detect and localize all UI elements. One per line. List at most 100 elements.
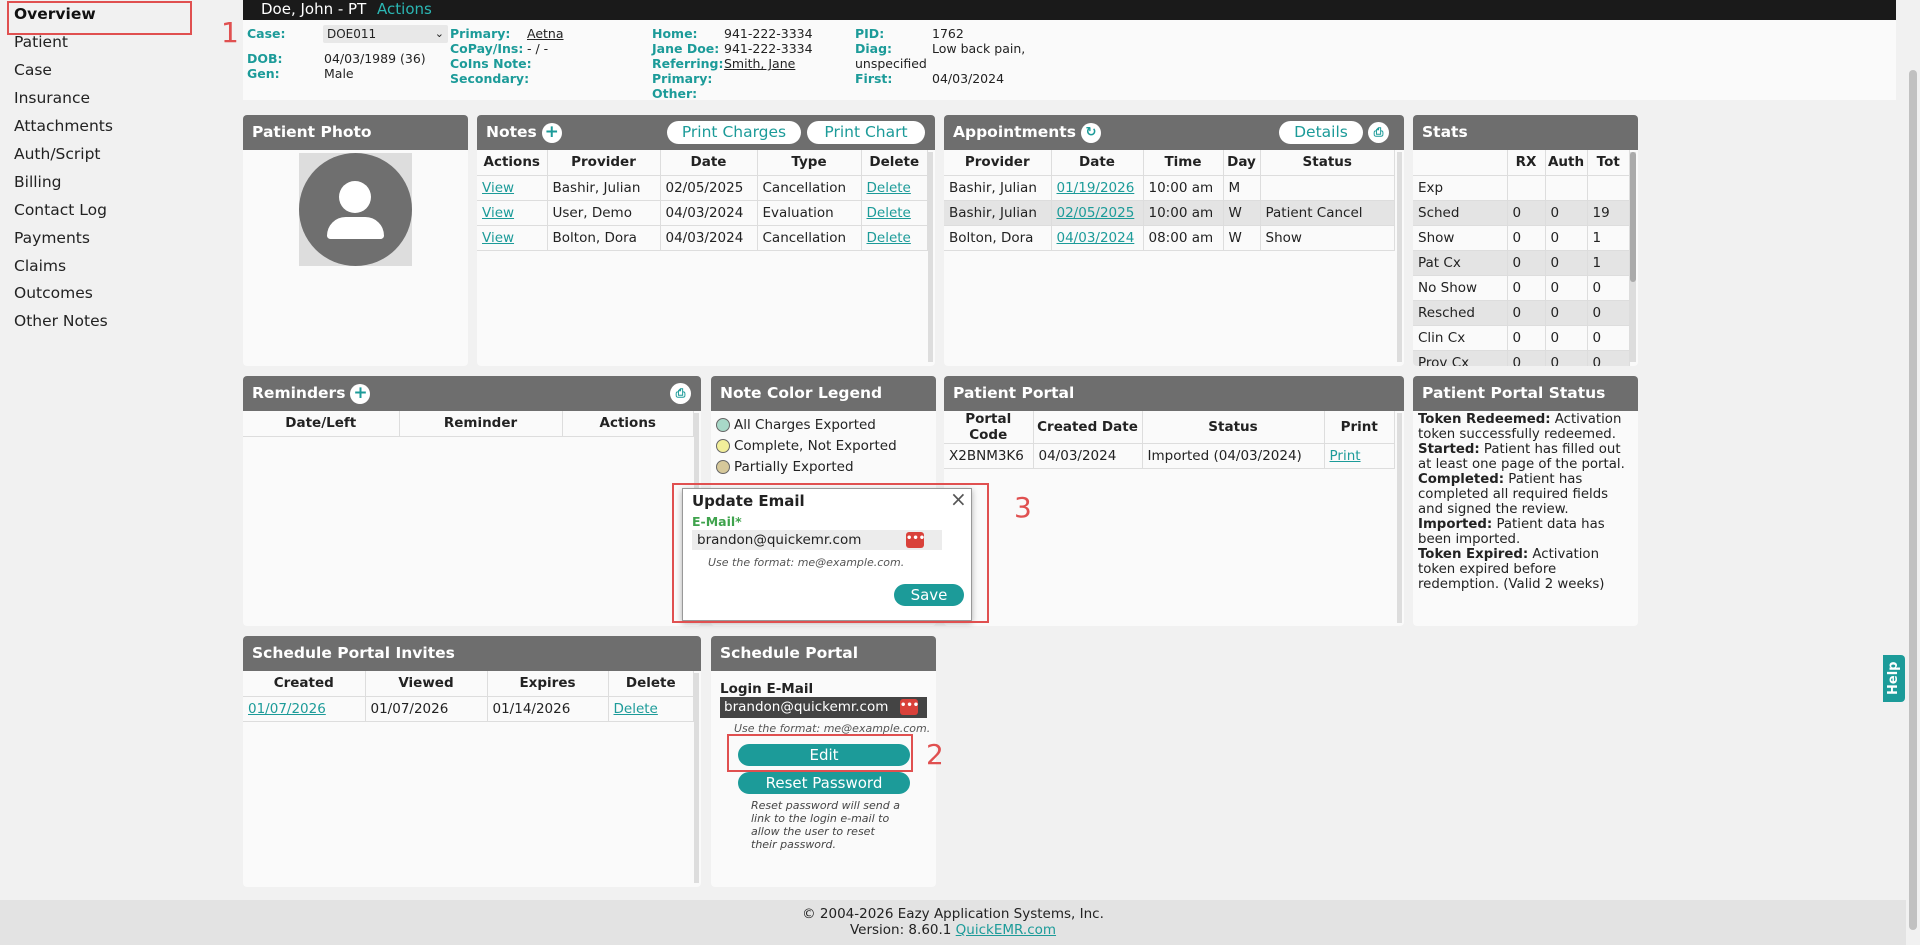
notes-panel: Notes + Print Charges Print Chart Actions… (477, 115, 935, 366)
gen-value: Male (324, 66, 354, 81)
annotation-number-3: 3 (1014, 491, 1032, 524)
sidebar-item-claims[interactable]: Claims (14, 257, 66, 275)
help-tab[interactable]: Help (1883, 655, 1905, 702)
stat-auth: 0 (1545, 250, 1588, 276)
table-row: Prov Cx 0 0 0 (1413, 350, 1630, 366)
view-note-link[interactable]: View (482, 230, 514, 246)
stats-col-label (1413, 150, 1508, 176)
jane-label: Jane Doe: (652, 41, 720, 56)
print-icon[interactable]: ⎙ (670, 383, 691, 404)
patient-portal-title: Patient Portal (944, 376, 1404, 411)
appt-status: Patient Cancel (1260, 200, 1395, 226)
patient-photo[interactable] (299, 153, 412, 266)
table-row: View User, Demo 04/03/2024 Evaluation De… (477, 200, 928, 226)
sidebar-item-patient[interactable]: Patient (14, 33, 68, 51)
stat-label: Clin Cx (1413, 325, 1508, 351)
primary2-label: Primary: (652, 71, 713, 86)
stats-col-tot: Tot (1587, 150, 1630, 176)
note-date: 04/03/2024 (660, 200, 758, 226)
sidebar-item-billing[interactable]: Billing (14, 173, 62, 191)
appt-date-link[interactable]: 02/05/2025 (1057, 205, 1135, 221)
page-scrollbar-thumb[interactable] (1909, 70, 1917, 930)
first-label: First: (855, 71, 893, 86)
primary-insurance-link[interactable]: Aetna (527, 26, 564, 41)
view-note-link[interactable]: View (482, 205, 514, 221)
portal-scrollbar[interactable] (1397, 413, 1402, 623)
add-note-icon[interactable]: + (541, 122, 562, 143)
table-row: X2BNM3K6 04/03/2024 Imported (04/03/2024… (944, 443, 1395, 469)
login-email-field[interactable]: brandon@quickemr.com (720, 697, 927, 718)
note-type: Cancellation (757, 225, 862, 251)
portal-print-link[interactable]: Print (1330, 448, 1361, 464)
appt-date-link[interactable]: 01/19/2026 (1057, 180, 1135, 196)
note-type: Cancellation (757, 175, 862, 201)
sidebar-item-payments[interactable]: Payments (14, 229, 90, 247)
print-charges-button[interactable]: Print Charges (667, 121, 801, 144)
footer-version-line: Version: 8.60.1 QuickEMR.com (0, 922, 1906, 938)
stats-panel: Stats RX Auth Tot Exp Sched 0 0 19 Show 0 0 1 … (1413, 115, 1638, 366)
invites-scrollbar[interactable] (694, 673, 699, 883)
stat-auth: 0 (1545, 350, 1588, 366)
print-icon[interactable]: ⎙ (1368, 122, 1389, 143)
referring-link[interactable]: Smith, Jane (724, 56, 795, 71)
legend-item: Complete, Not Exported (716, 436, 931, 457)
pid-label: PID: (855, 26, 885, 41)
stat-rx: 0 (1507, 250, 1546, 276)
appointments-scrollbar[interactable] (1397, 152, 1402, 362)
diag-value: Low back pain, (932, 41, 1026, 56)
note-date: 02/05/2025 (660, 175, 758, 201)
sidebar-item-case[interactable]: Case (14, 61, 52, 79)
patient-photo-title: Patient Photo (243, 115, 468, 150)
stat-rx: 0 (1507, 350, 1546, 366)
notes-scrollbar[interactable] (928, 152, 933, 362)
appt-provider: Bashir, Julian (944, 175, 1052, 201)
view-note-link[interactable]: View (482, 180, 514, 196)
stats-table: RX Auth Tot Exp Sched 0 0 19 Show 0 0 1 Pat Cx… (1413, 150, 1630, 366)
delete-note-link[interactable]: Delete (867, 230, 911, 246)
stats-scrollbar[interactable] (1630, 152, 1636, 362)
schedule-portal-title: Schedule Portal (711, 636, 936, 671)
copay-label: CoPay/Ins: (450, 41, 524, 56)
delete-note-link[interactable]: Delete (867, 180, 911, 196)
actions-link[interactable]: Actions (377, 0, 432, 18)
sidebar-item-attachments[interactable]: Attachments (14, 117, 113, 135)
refresh-icon[interactable]: ↻ (1080, 122, 1101, 143)
appt-day: M (1223, 175, 1261, 201)
details-button[interactable]: Details (1279, 121, 1363, 144)
home-value: 941-222-3334 (724, 26, 813, 41)
sidebar-item-other-notes[interactable]: Other Notes (14, 312, 108, 330)
appt-provider: Bolton, Dora (944, 225, 1052, 251)
case-select[interactable]: DOE011 ⌄ (323, 25, 448, 43)
diag-label: Diag: (855, 41, 893, 56)
portal-col-status: Status (1142, 411, 1325, 444)
add-reminder-icon[interactable]: + (350, 383, 371, 404)
delete-note-link[interactable]: Delete (867, 205, 911, 221)
stat-rx: 0 (1507, 300, 1546, 326)
sidebar-item-insurance[interactable]: Insurance (14, 89, 90, 107)
footer-link[interactable]: QuickEMR.com (956, 922, 1056, 938)
dob-value: 04/03/1989 (36) (324, 51, 426, 66)
more-icon[interactable]: ••• (900, 699, 919, 715)
appt-status (1260, 175, 1395, 201)
stat-auth: 0 (1545, 225, 1588, 251)
patient-portal-panel: Patient Portal Portal Code Created Date … (944, 376, 1404, 626)
notes-table: Actions Provider Date Type Delete View B… (477, 150, 928, 251)
reset-password-button[interactable]: Reset Password (738, 772, 910, 794)
sidebar-item-outcomes[interactable]: Outcomes (14, 284, 93, 302)
invite-delete-link[interactable]: Delete (614, 701, 658, 717)
sidebar-item-contact-log[interactable]: Contact Log (14, 201, 107, 219)
patient-portal-table: Portal Code Created Date Status Print X2… (944, 411, 1395, 469)
appt-date-link[interactable]: 04/03/2024 (1057, 230, 1135, 246)
appt-day: W (1223, 200, 1261, 226)
page-scrollbar[interactable] (1906, 0, 1920, 945)
referring-label: Referring: (652, 56, 724, 71)
sidebar-item-auth-script[interactable]: Auth/Script (14, 145, 101, 163)
print-chart-button[interactable]: Print Chart (807, 121, 925, 144)
notes-col-provider: Provider (547, 150, 661, 176)
reminders-panel: Reminders + ⎙ Date/Left Reminder Actions (243, 376, 701, 626)
invites-table: Created Viewed Expires Delete 01/07/2026… (243, 671, 694, 722)
sidebar: Overview Patient Case Insurance Attachme… (0, 0, 235, 900)
stat-tot: 0 (1587, 325, 1630, 351)
legend-label: All Charges Exported (734, 417, 876, 433)
invite-created-link[interactable]: 01/07/2026 (248, 701, 326, 717)
